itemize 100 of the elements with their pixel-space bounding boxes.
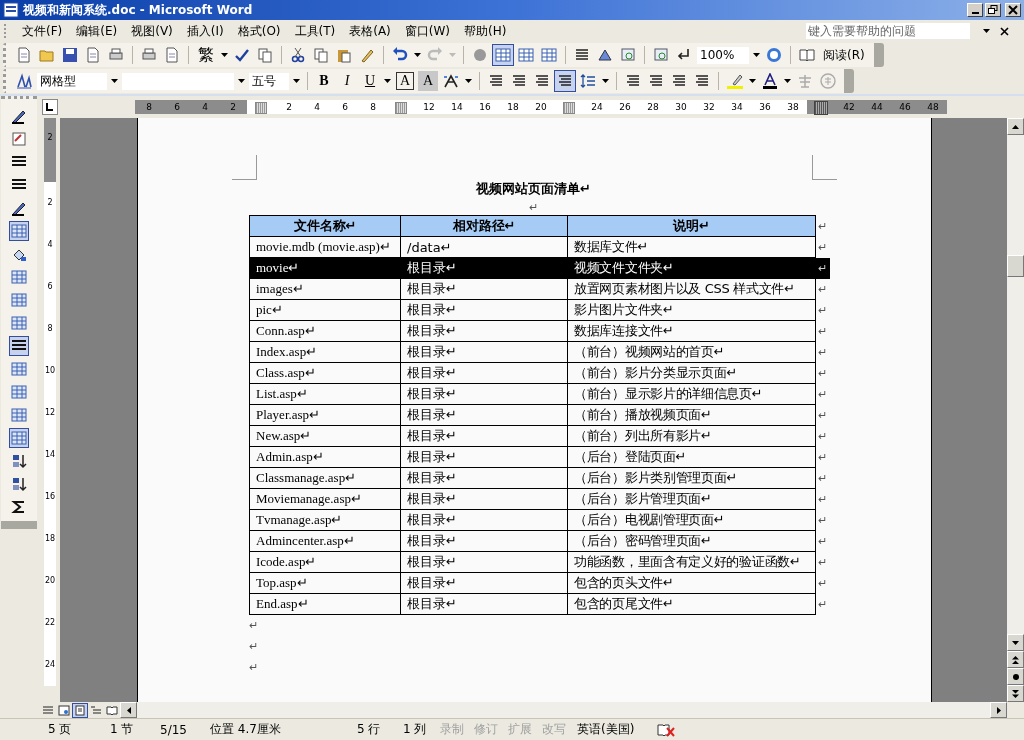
table-cell: 根目录↵: [400, 278, 568, 300]
table-cell: 根目录↵: [400, 467, 568, 489]
row-end-mark: ↵: [818, 555, 827, 568]
menu-item[interactable]: 视图(V): [124, 20, 180, 42]
ruler-number: 4: [191, 100, 219, 114]
table-cell: 根目录↵: [400, 572, 568, 594]
table-cell: 包含的页头文件↵: [567, 572, 816, 594]
table-cell: List.asp↵: [249, 383, 401, 405]
ruler-number: 8: [135, 100, 163, 114]
table-cell: movie↵: [249, 257, 401, 279]
status-text: 位置 4.7厘米: [210, 721, 282, 738]
ruler-number: 18: [44, 518, 56, 560]
ruler-number: 6: [163, 100, 191, 114]
read-button[interactable]: 阅读(R): [820, 46, 868, 64]
status-text: 1 列: [403, 721, 428, 738]
menu-item[interactable]: 工具(T): [287, 20, 343, 42]
menu-item[interactable]: 文件(F): [15, 20, 70, 42]
paragraph-mark: ↵: [528, 200, 539, 215]
ruler-number: 22: [44, 602, 56, 644]
table-cell: （前台）视频网站的首页↵: [567, 341, 816, 363]
column-header: 文件名称↵: [249, 215, 401, 237]
ruler-number: 4: [44, 224, 56, 266]
table-cell: （后台）影片类别管理页面↵: [567, 467, 816, 489]
help-search-field[interactable]: 键入需要帮助的问题: [806, 23, 970, 39]
table-cell: Icode.asp↵: [249, 551, 401, 573]
menu-item[interactable]: 表格(A): [342, 20, 398, 42]
menu-item[interactable]: 帮助(H): [457, 20, 514, 42]
table-cell: 根目录↵: [400, 320, 568, 342]
character-shading-button[interactable]: A: [418, 71, 438, 91]
table-cell: pic↵: [249, 299, 401, 321]
row-end-mark: ↵: [818, 597, 827, 610]
table-cell: Conn.asp↵: [249, 320, 401, 342]
table-cell: 根目录↵: [400, 509, 568, 531]
paragraph-mark: ↵: [249, 639, 259, 654]
table-cell: 数据库文件↵: [567, 236, 816, 258]
row-end-mark: ↵: [818, 303, 827, 316]
menu-item[interactable]: 编辑(E): [69, 20, 125, 42]
row-end-mark: ↵: [818, 492, 827, 505]
ruler-number: 10: [44, 350, 56, 392]
table-cell: （前台）显示影片的详细信息页↵: [567, 383, 816, 405]
style-dropdown[interactable]: 网格型: [37, 72, 107, 90]
ruler-number: 46: [891, 100, 919, 114]
row-end-mark: ↵: [818, 345, 827, 358]
table-cell: （后台）登陆页面↵: [567, 446, 816, 468]
row-end-mark: ↵: [818, 219, 827, 232]
ruler-number: 16: [44, 476, 56, 518]
table-cell: New.asp↵: [249, 425, 401, 447]
table-cell: Moviemanage.asp↵: [249, 488, 401, 510]
row-end-mark: ↵: [818, 450, 827, 463]
table-cell: Top.asp↵: [249, 572, 401, 594]
row-end-mark: ↵: [818, 240, 827, 253]
table-cell: 根目录↵: [400, 362, 568, 384]
table-cell: Index.asp↵: [249, 341, 401, 363]
table-cell: 放置网页素材图片以及 CSS 样式文件↵: [567, 278, 816, 300]
table-cell: 根目录↵: [400, 404, 568, 426]
table-cell: 影片图片文件夹↵: [567, 299, 816, 321]
table-cell: 根目录↵: [400, 593, 568, 615]
row-end-mark: ↵: [818, 471, 827, 484]
row-end-mark: ↵: [818, 324, 827, 337]
column-header: 说明↵: [567, 215, 816, 237]
paragraph-mark: ↵: [249, 618, 259, 633]
ruler-number: 42: [835, 100, 863, 114]
font-size-dropdown[interactable]: 五号: [249, 72, 289, 90]
table-cell: （后台）密码管理页面↵: [567, 530, 816, 552]
traditional-chinese-button[interactable]: 繁: [195, 44, 217, 66]
row-end-mark: ↵: [818, 366, 827, 379]
table-cell: /data↵: [400, 236, 568, 258]
table-cell: （前台）播放视频页面↵: [567, 404, 816, 426]
menu-item[interactable]: 插入(I): [179, 20, 231, 42]
table-cell: （后台）电视剧管理页面↵: [567, 509, 816, 531]
table-cell: 包含的页尾文件↵: [567, 593, 816, 615]
status-text: 1 节: [110, 721, 135, 738]
ruler-number: 6: [44, 266, 56, 308]
paragraph-mark: ↵: [249, 660, 259, 675]
table-cell: 根目录↵: [400, 488, 568, 510]
table-cell: 根目录↵: [400, 551, 568, 573]
ruler-number: 48: [919, 100, 947, 114]
table-cell: 视频文件文件夹↵: [567, 257, 816, 279]
ruler-number: 2: [219, 100, 247, 114]
zoom-dropdown[interactable]: 100%: [697, 46, 749, 64]
language-status: 英语(美国): [577, 721, 636, 738]
table-cell: Admin.asp↵: [249, 446, 401, 468]
character-border-button[interactable]: A: [395, 71, 415, 91]
table-cell: 数据库连接文件↵: [567, 320, 816, 342]
italic-button[interactable]: I: [337, 71, 357, 91]
menu-item[interactable]: 窗口(W): [397, 20, 458, 42]
table-cell: Tvmanage.asp↵: [249, 509, 401, 531]
row-end-mark: ↵: [818, 387, 827, 400]
underline-button[interactable]: U: [360, 71, 380, 91]
menu-item[interactable]: 格式(O): [230, 20, 288, 42]
table-cell: 根目录↵: [400, 530, 568, 552]
table-cell: End.asp↵: [249, 593, 401, 615]
bold-button[interactable]: B: [314, 71, 334, 91]
table-cell: 根目录↵: [400, 383, 568, 405]
table-cell: 根目录↵: [400, 425, 568, 447]
table-cell: 根目录↵: [400, 341, 568, 363]
window-title: 视频和新闻系统.doc - Microsoft Word: [23, 1, 253, 19]
status-text: 5 行: [357, 721, 382, 738]
row-end-mark: ↵: [818, 261, 827, 274]
ruler-number: 24: [44, 644, 56, 686]
